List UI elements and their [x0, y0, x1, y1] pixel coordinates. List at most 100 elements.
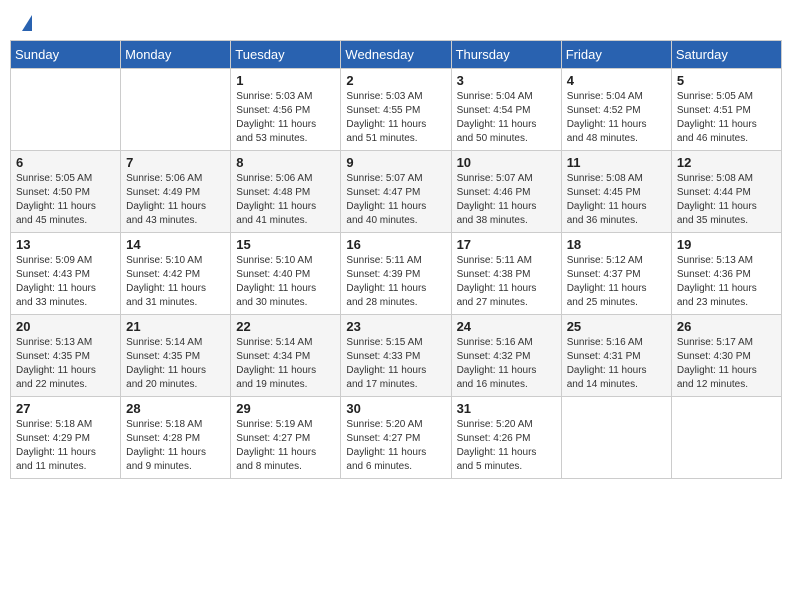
day-number: 6	[16, 155, 115, 170]
day-info: Sunrise: 5:20 AM Sunset: 4:27 PM Dayligh…	[346, 418, 445, 474]
day-number: 1	[236, 73, 335, 88]
calendar-cell: 29 Sunrise: 5:19 AM Sunset: 4:27 PM Dayli…	[231, 397, 341, 479]
day-number: 2	[346, 73, 445, 88]
calendar-cell	[11, 69, 121, 151]
calendar-cell: 11 Sunrise: 5:08 AM Sunset: 4:45 PM Dayli…	[561, 151, 671, 233]
day-info: Sunrise: 5:03 AM Sunset: 4:56 PM Dayligh…	[236, 90, 335, 146]
calendar-cell: 17Sunrise: 5:11 AM Sunset: 4:38 PM Dayli…	[451, 233, 561, 315]
day-info: Sunrise: 5:08 AM Sunset: 4:44 PM Dayligh…	[677, 172, 776, 228]
day-header-monday: Monday	[121, 41, 231, 69]
calendar-week-5: 27Sunrise: 5:18 AM Sunset: 4:29 PM Dayli…	[11, 397, 782, 479]
day-number: 19	[677, 237, 776, 252]
calendar-cell: 14 Sunrise: 5:10 AM Sunset: 4:42 PM Dayli…	[121, 233, 231, 315]
calendar-cell: 10 Sunrise: 5:07 AM Sunset: 4:46 PM Dayli…	[451, 151, 561, 233]
calendar-week-1: 1 Sunrise: 5:03 AM Sunset: 4:56 PM Daylig…	[11, 69, 782, 151]
day-info: Sunrise: 5:12 AM Sunset: 4:37 PM Dayligh…	[567, 254, 666, 310]
day-header-wednesday: Wednesday	[341, 41, 451, 69]
day-number: 30	[346, 401, 445, 416]
day-number: 10	[457, 155, 556, 170]
calendar-cell: 8Sunrise: 5:06 AM Sunset: 4:48 PM Daylig…	[231, 151, 341, 233]
calendar-week-3: 13 Sunrise: 5:09 AM Sunset: 4:43 PM Dayli…	[11, 233, 782, 315]
day-info: Sunrise: 5:19 AM Sunset: 4:27 PM Dayligh…	[236, 418, 335, 474]
day-info: Sunrise: 5:09 AM Sunset: 4:43 PM Dayligh…	[16, 254, 115, 310]
day-number: 25	[567, 319, 666, 334]
day-info: Sunrise: 5:04 AM Sunset: 4:54 PM Dayligh…	[457, 90, 556, 146]
calendar-cell: 26Sunrise: 5:17 AM Sunset: 4:30 PM Dayli…	[671, 315, 781, 397]
calendar-cell: 4 Sunrise: 5:04 AM Sunset: 4:52 PM Daylig…	[561, 69, 671, 151]
calendar-cell: 19 Sunrise: 5:13 AM Sunset: 4:36 PM Dayli…	[671, 233, 781, 315]
day-info: Sunrise: 5:07 AM Sunset: 4:46 PM Dayligh…	[457, 172, 556, 228]
day-number: 27	[16, 401, 115, 416]
day-info: Sunrise: 5:05 AM Sunset: 4:51 PM Dayligh…	[677, 90, 776, 146]
day-info: Sunrise: 5:05 AM Sunset: 4:50 PM Dayligh…	[16, 172, 115, 228]
day-number: 11	[567, 155, 666, 170]
day-number: 8	[236, 155, 335, 170]
day-info: Sunrise: 5:13 AM Sunset: 4:35 PM Dayligh…	[16, 336, 115, 392]
calendar-cell: 21 Sunrise: 5:14 AM Sunset: 4:35 PM Dayli…	[121, 315, 231, 397]
day-number: 20	[16, 319, 115, 334]
day-number: 23	[346, 319, 445, 334]
day-number: 9	[346, 155, 445, 170]
day-header-thursday: Thursday	[451, 41, 561, 69]
day-info: Sunrise: 5:08 AM Sunset: 4:45 PM Dayligh…	[567, 172, 666, 228]
day-info: Sunrise: 5:16 AM Sunset: 4:31 PM Dayligh…	[567, 336, 666, 392]
calendar-cell: 30 Sunrise: 5:20 AM Sunset: 4:27 PM Dayli…	[341, 397, 451, 479]
day-number: 4	[567, 73, 666, 88]
calendar-week-4: 20 Sunrise: 5:13 AM Sunset: 4:35 PM Dayli…	[11, 315, 782, 397]
day-number: 18	[567, 237, 666, 252]
calendar-cell: 9 Sunrise: 5:07 AM Sunset: 4:47 PM Daylig…	[341, 151, 451, 233]
day-number: 26	[677, 319, 776, 334]
calendar-header-row: SundayMondayTuesdayWednesdayThursdayFrid…	[11, 41, 782, 69]
calendar-cell: 23 Sunrise: 5:15 AM Sunset: 4:33 PM Dayli…	[341, 315, 451, 397]
day-number: 24	[457, 319, 556, 334]
day-info: Sunrise: 5:13 AM Sunset: 4:36 PM Dayligh…	[677, 254, 776, 310]
day-info: Sunrise: 5:07 AM Sunset: 4:47 PM Dayligh…	[346, 172, 445, 228]
day-number: 28	[126, 401, 225, 416]
calendar-cell: 15 Sunrise: 5:10 AM Sunset: 4:40 PM Dayli…	[231, 233, 341, 315]
day-header-friday: Friday	[561, 41, 671, 69]
day-info: Sunrise: 5:14 AM Sunset: 4:35 PM Dayligh…	[126, 336, 225, 392]
calendar-cell: 13 Sunrise: 5:09 AM Sunset: 4:43 PM Dayli…	[11, 233, 121, 315]
calendar-cell: 16Sunrise: 5:11 AM Sunset: 4:39 PM Dayli…	[341, 233, 451, 315]
day-info: Sunrise: 5:10 AM Sunset: 4:42 PM Dayligh…	[126, 254, 225, 310]
day-number: 3	[457, 73, 556, 88]
calendar-cell: 3 Sunrise: 5:04 AM Sunset: 4:54 PM Daylig…	[451, 69, 561, 151]
calendar-cell: 6 Sunrise: 5:05 AM Sunset: 4:50 PM Daylig…	[11, 151, 121, 233]
calendar-cell	[121, 69, 231, 151]
day-number: 22	[236, 319, 335, 334]
day-number: 21	[126, 319, 225, 334]
calendar-cell: 27Sunrise: 5:18 AM Sunset: 4:29 PM Dayli…	[11, 397, 121, 479]
calendar-cell: 28 Sunrise: 5:18 AM Sunset: 4:28 PM Dayli…	[121, 397, 231, 479]
day-info: Sunrise: 5:03 AM Sunset: 4:55 PM Dayligh…	[346, 90, 445, 146]
day-info: Sunrise: 5:15 AM Sunset: 4:33 PM Dayligh…	[346, 336, 445, 392]
calendar-table: SundayMondayTuesdayWednesdayThursdayFrid…	[10, 40, 782, 479]
day-number: 7	[126, 155, 225, 170]
calendar-cell: 25 Sunrise: 5:16 AM Sunset: 4:31 PM Dayli…	[561, 315, 671, 397]
day-info: Sunrise: 5:11 AM Sunset: 4:39 PM Dayligh…	[346, 254, 445, 310]
day-number: 15	[236, 237, 335, 252]
day-info: Sunrise: 5:10 AM Sunset: 4:40 PM Dayligh…	[236, 254, 335, 310]
day-number: 13	[16, 237, 115, 252]
calendar-cell: 22Sunrise: 5:14 AM Sunset: 4:34 PM Dayli…	[231, 315, 341, 397]
calendar-cell: 18 Sunrise: 5:12 AM Sunset: 4:37 PM Dayli…	[561, 233, 671, 315]
day-info: Sunrise: 5:04 AM Sunset: 4:52 PM Dayligh…	[567, 90, 666, 146]
calendar-cell: 24 Sunrise: 5:16 AM Sunset: 4:32 PM Dayli…	[451, 315, 561, 397]
calendar-cell: 12 Sunrise: 5:08 AM Sunset: 4:44 PM Dayli…	[671, 151, 781, 233]
calendar-cell	[671, 397, 781, 479]
day-number: 29	[236, 401, 335, 416]
day-info: Sunrise: 5:20 AM Sunset: 4:26 PM Dayligh…	[457, 418, 556, 474]
calendar-cell: 20 Sunrise: 5:13 AM Sunset: 4:35 PM Dayli…	[11, 315, 121, 397]
day-header-tuesday: Tuesday	[231, 41, 341, 69]
logo	[20, 15, 32, 27]
calendar-cell	[561, 397, 671, 479]
day-number: 12	[677, 155, 776, 170]
calendar-cell: 7Sunrise: 5:06 AM Sunset: 4:49 PM Daylig…	[121, 151, 231, 233]
day-info: Sunrise: 5:16 AM Sunset: 4:32 PM Dayligh…	[457, 336, 556, 392]
calendar-cell: 1 Sunrise: 5:03 AM Sunset: 4:56 PM Daylig…	[231, 69, 341, 151]
day-number: 5	[677, 73, 776, 88]
logo-triangle	[22, 15, 32, 31]
day-number: 14	[126, 237, 225, 252]
day-info: Sunrise: 5:18 AM Sunset: 4:28 PM Dayligh…	[126, 418, 225, 474]
calendar-cell: 5 Sunrise: 5:05 AM Sunset: 4:51 PM Daylig…	[671, 69, 781, 151]
page-header	[10, 10, 782, 32]
